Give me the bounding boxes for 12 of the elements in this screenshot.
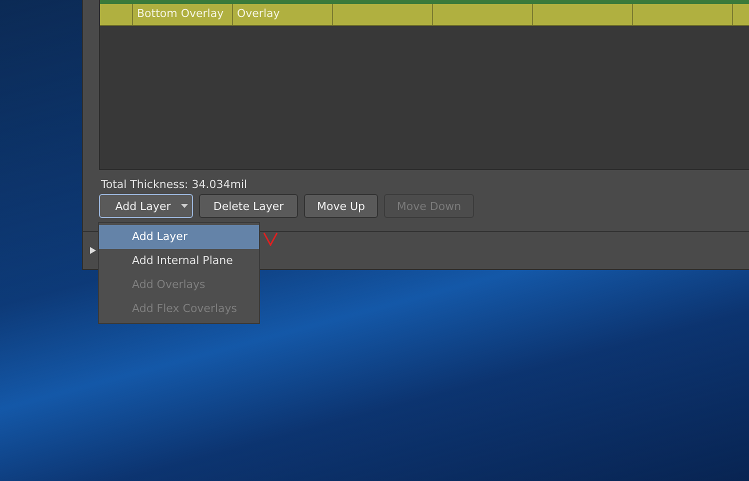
- table-cell: Overlay: [233, 4, 333, 25]
- button[interactable]: Add Layer: [99, 194, 193, 218]
- button[interactable]: Delete Layer: [199, 194, 298, 218]
- v-mark-icon: [263, 232, 278, 246]
- table-cell: Bottom Overlay: [133, 4, 233, 25]
- triangle-right-icon[interactable]: [90, 247, 96, 254]
- total-thickness-label: Total Thickness: 34.034mil: [101, 178, 248, 192]
- caret-icon: [180, 204, 188, 208]
- table-row[interactable]: Bottom Overlay Overlay: [100, 4, 749, 26]
- menu-item[interactable]: Add Internal Plane: [99, 249, 259, 273]
- button[interactable]: Move Up: [304, 194, 378, 218]
- menu-item[interactable]: Add Layer: [99, 225, 259, 249]
